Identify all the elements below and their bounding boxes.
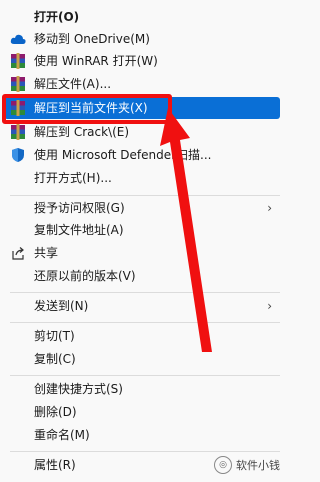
watermark-text: 软件小钱 <box>236 459 280 472</box>
arrow-shape <box>160 108 212 352</box>
watermark: ◎ 软件小钱 <box>214 456 280 474</box>
watermark-logo-icon: ◎ <box>214 456 232 474</box>
red-arrow-annotation <box>160 108 212 352</box>
